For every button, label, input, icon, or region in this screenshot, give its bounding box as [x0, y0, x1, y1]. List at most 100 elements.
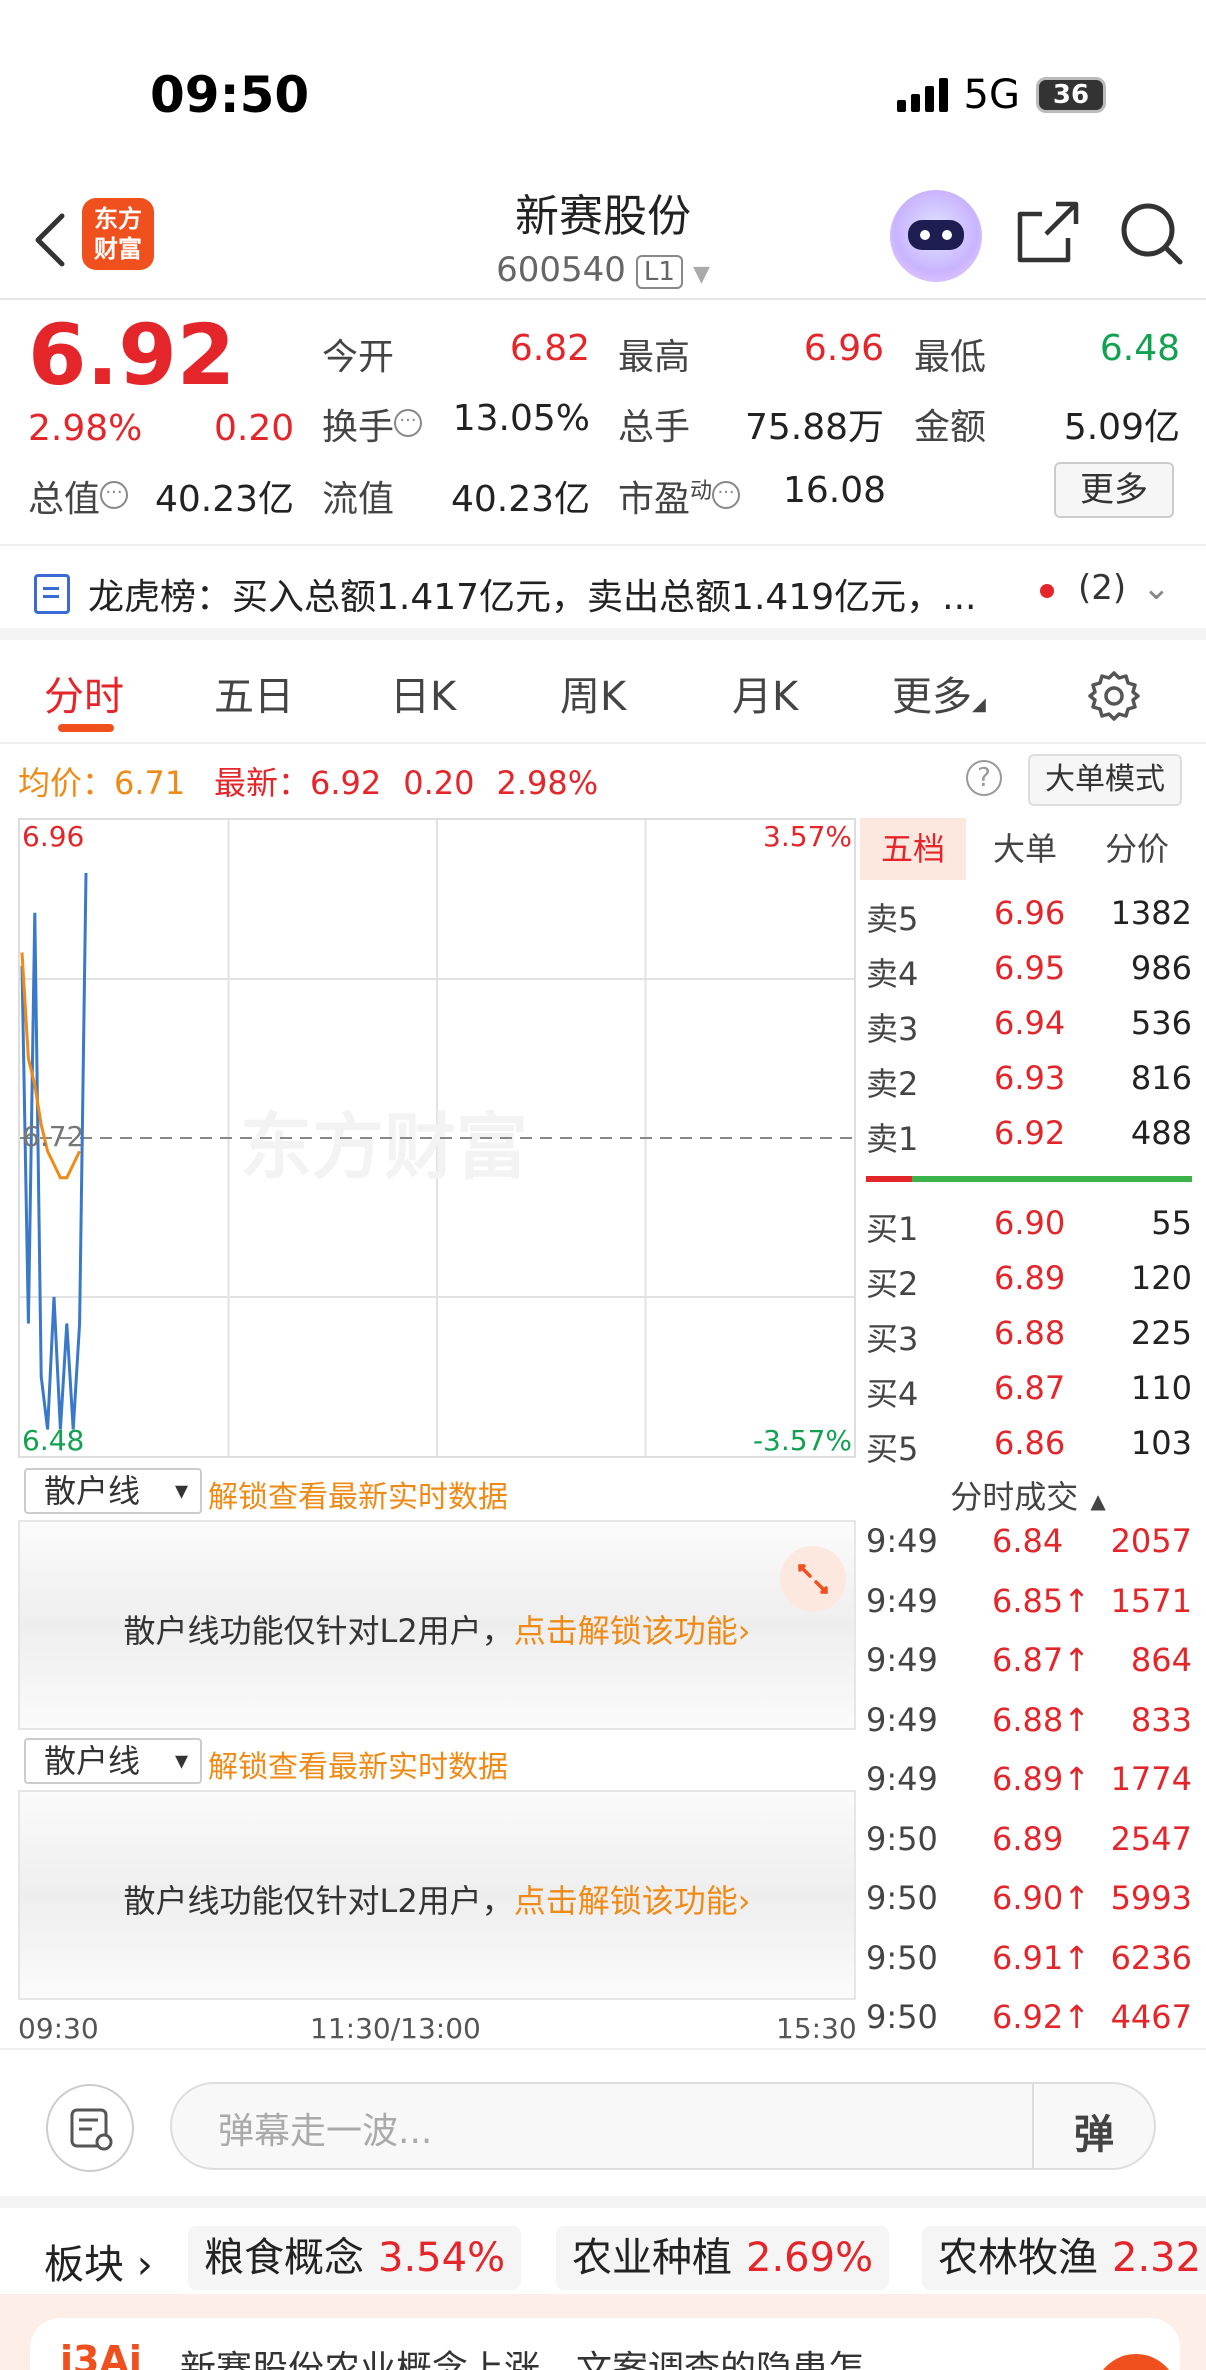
expand-icon[interactable]: [780, 1546, 846, 1612]
tab-underline: [58, 724, 114, 732]
tab-weekly-k[interactable]: 周K: [560, 664, 626, 722]
help-icon[interactable]: ?: [966, 760, 1002, 796]
level-label: 买2: [866, 1265, 919, 1303]
retail-select[interactable]: 散户线: [24, 1738, 202, 1784]
level-price: 6.92: [994, 1114, 1066, 1152]
tick-row: 9:49 6.84 2057: [866, 1522, 1192, 1580]
x-label-start: 09:30: [18, 2012, 99, 2045]
big-order-mode-button[interactable]: 大单模式: [1028, 754, 1182, 806]
ticks-header[interactable]: 分时成交 ▲: [860, 1472, 1196, 1518]
info-dots-icon[interactable]: ···: [100, 481, 129, 509]
watermark: 东方财富: [240, 1105, 528, 1189]
retail-message[interactable]: 散户线功能仅针对L2用户，点击解锁该功能›: [20, 1606, 854, 1652]
tab-five-day[interactable]: 五日: [214, 664, 294, 722]
unlock-link[interactable]: 解锁查看最新实时数据: [208, 1742, 508, 1786]
tick-volume: 864: [1130, 1641, 1192, 1679]
dragon-tiger-bar[interactable]: 龙虎榜：买入总额1.417亿元，卖出总额1.419亿元，... (2) ⌄: [0, 544, 1206, 640]
ai-banner[interactable]: i3Ai 新赛股份农业概念上涨，文案调查的隐患怎...: [0, 2294, 1206, 2370]
mcap-label-wrap: 总值 ···: [28, 470, 129, 522]
tick-volume: 2057: [1110, 1522, 1192, 1560]
retail-panel-2: 散户线功能仅针对L2用户，点击解锁该功能›: [18, 1790, 856, 2000]
intraday-chart[interactable]: 东方财富 6.96 6.72 6.48 3.57% -3.57%: [18, 818, 856, 1458]
arrow-right-icon[interactable]: [1094, 2354, 1178, 2370]
x-label-end: 15:30: [776, 2012, 857, 2045]
tick-row: 9:49 6.87↑ 864: [866, 1641, 1192, 1699]
search-icon[interactable]: [1118, 200, 1184, 266]
level-volume: 110: [1130, 1369, 1192, 1407]
tick-time: 9:50: [866, 1819, 938, 1858]
info-dots-icon[interactable]: ···: [712, 481, 741, 509]
sell-level-row: 卖4 6.95 986: [866, 949, 1192, 1003]
tab-intraday[interactable]: 分时: [44, 664, 124, 722]
retail-bar-2: 散户线 解锁查看最新实时数据: [18, 1732, 856, 1788]
pe-label: 市盈: [618, 479, 691, 520]
float-value: 40.23亿: [450, 479, 590, 520]
level-volume: 225: [1130, 1314, 1192, 1352]
document-icon: [34, 574, 70, 614]
ai-robot-icon[interactable]: [890, 190, 982, 282]
tick-price: 6.90↑: [992, 1879, 1091, 1917]
tick-time: 9:50: [866, 1998, 938, 2036]
volume-label: 总手: [618, 407, 691, 448]
network-label: 5G: [963, 72, 1020, 118]
status-indicators: 5G 36: [896, 72, 1106, 118]
retail-panel-1: 散户线功能仅针对L2用户，点击解锁该功能›: [18, 1520, 856, 1730]
buy-level-row: 买3 6.88 225: [866, 1314, 1192, 1368]
sector-chip[interactable]: 农林牧渔 2.32: [922, 2226, 1206, 2290]
tick-time: 9:49: [866, 1641, 938, 1679]
tick-row: 9:50 6.90↑ 5993: [866, 1879, 1192, 1937]
level-label: 卖4: [866, 955, 919, 993]
tick-volume: 833: [1130, 1700, 1192, 1739]
unlock-link[interactable]: 解锁查看最新实时数据: [208, 1472, 508, 1516]
level-price: 6.93: [994, 1059, 1066, 1097]
average-price: 均价：6.71: [18, 764, 186, 802]
share-icon[interactable]: [1016, 200, 1080, 264]
sector-chip[interactable]: 农业种植 2.69%: [556, 2226, 890, 2290]
open-value: 6.82: [509, 328, 590, 369]
tick-time: 9:50: [866, 1938, 938, 1977]
danmaku-settings-icon[interactable]: [46, 2084, 134, 2172]
turnover-value: 13.05%: [452, 398, 590, 439]
info-dots-icon[interactable]: ···: [394, 409, 423, 437]
tick-row: 9:49 6.89↑ 1774: [866, 1760, 1192, 1818]
buy-level-row: 买5 6.86 103: [866, 1424, 1192, 1478]
level-label: 卖3: [866, 1010, 919, 1048]
danmaku-input[interactable]: 弹幕走一波... 弹: [170, 2082, 1156, 2170]
low-value: 6.48: [1099, 328, 1180, 369]
orderbook-divider: [866, 1176, 1192, 1182]
level-volume: 536: [1130, 1004, 1192, 1042]
tab-five-levels[interactable]: 五档: [860, 818, 966, 880]
tab-daily-k[interactable]: 日K: [390, 664, 456, 722]
sector-label[interactable]: 板块 ›: [44, 2232, 153, 2290]
tab-price-split[interactable]: 分价: [1084, 818, 1190, 880]
level-label: 买1: [866, 1210, 919, 1248]
danmaku-toggle[interactable]: 弹: [1074, 2102, 1114, 2160]
level-volume: 816: [1130, 1059, 1192, 1097]
tick-price: 6.85↑: [992, 1581, 1091, 1620]
battery-icon: 36: [1036, 77, 1106, 113]
stock-code: 600540: [496, 250, 626, 290]
tab-monthly-k[interactable]: 月K: [732, 664, 798, 722]
level-badge: L1: [635, 254, 683, 289]
tick-price: 6.89↑: [992, 1760, 1091, 1798]
tab-more[interactable]: 更多◢: [892, 664, 986, 722]
tick-volume: 1571: [1110, 1581, 1192, 1620]
unlock-feature-link: 点击解锁该功能›: [513, 1612, 751, 1650]
tab-big-order[interactable]: 大单: [972, 818, 1078, 880]
tick-row: 9:50 6.89 2547: [866, 1820, 1192, 1878]
pct-label-bottom: -3.57%: [752, 1424, 852, 1457]
more-button[interactable]: 更多: [1054, 462, 1174, 518]
volume-value: 75.88万: [744, 407, 884, 448]
sector-chip[interactable]: 粮食概念 3.54%: [188, 2226, 522, 2290]
retail-select[interactable]: 散户线: [24, 1468, 202, 1514]
nav-bar: 东方 财富 新赛股份 600540 L1 ▼: [0, 170, 1206, 300]
retail-message[interactable]: 散户线功能仅针对L2用户，点击解锁该功能›: [20, 1876, 854, 1922]
tick-volume: 5993: [1110, 1879, 1192, 1917]
level-label: 买5: [866, 1430, 919, 1468]
dragon-tiger-count: (2) ⌄: [1078, 568, 1171, 608]
float-label: 流值: [322, 479, 395, 520]
level-label: 卖5: [866, 900, 919, 938]
sell-level-row: 卖3 6.94 536: [866, 1004, 1192, 1058]
gear-icon[interactable]: [1088, 670, 1140, 722]
alert-dot-icon: [1040, 584, 1054, 598]
